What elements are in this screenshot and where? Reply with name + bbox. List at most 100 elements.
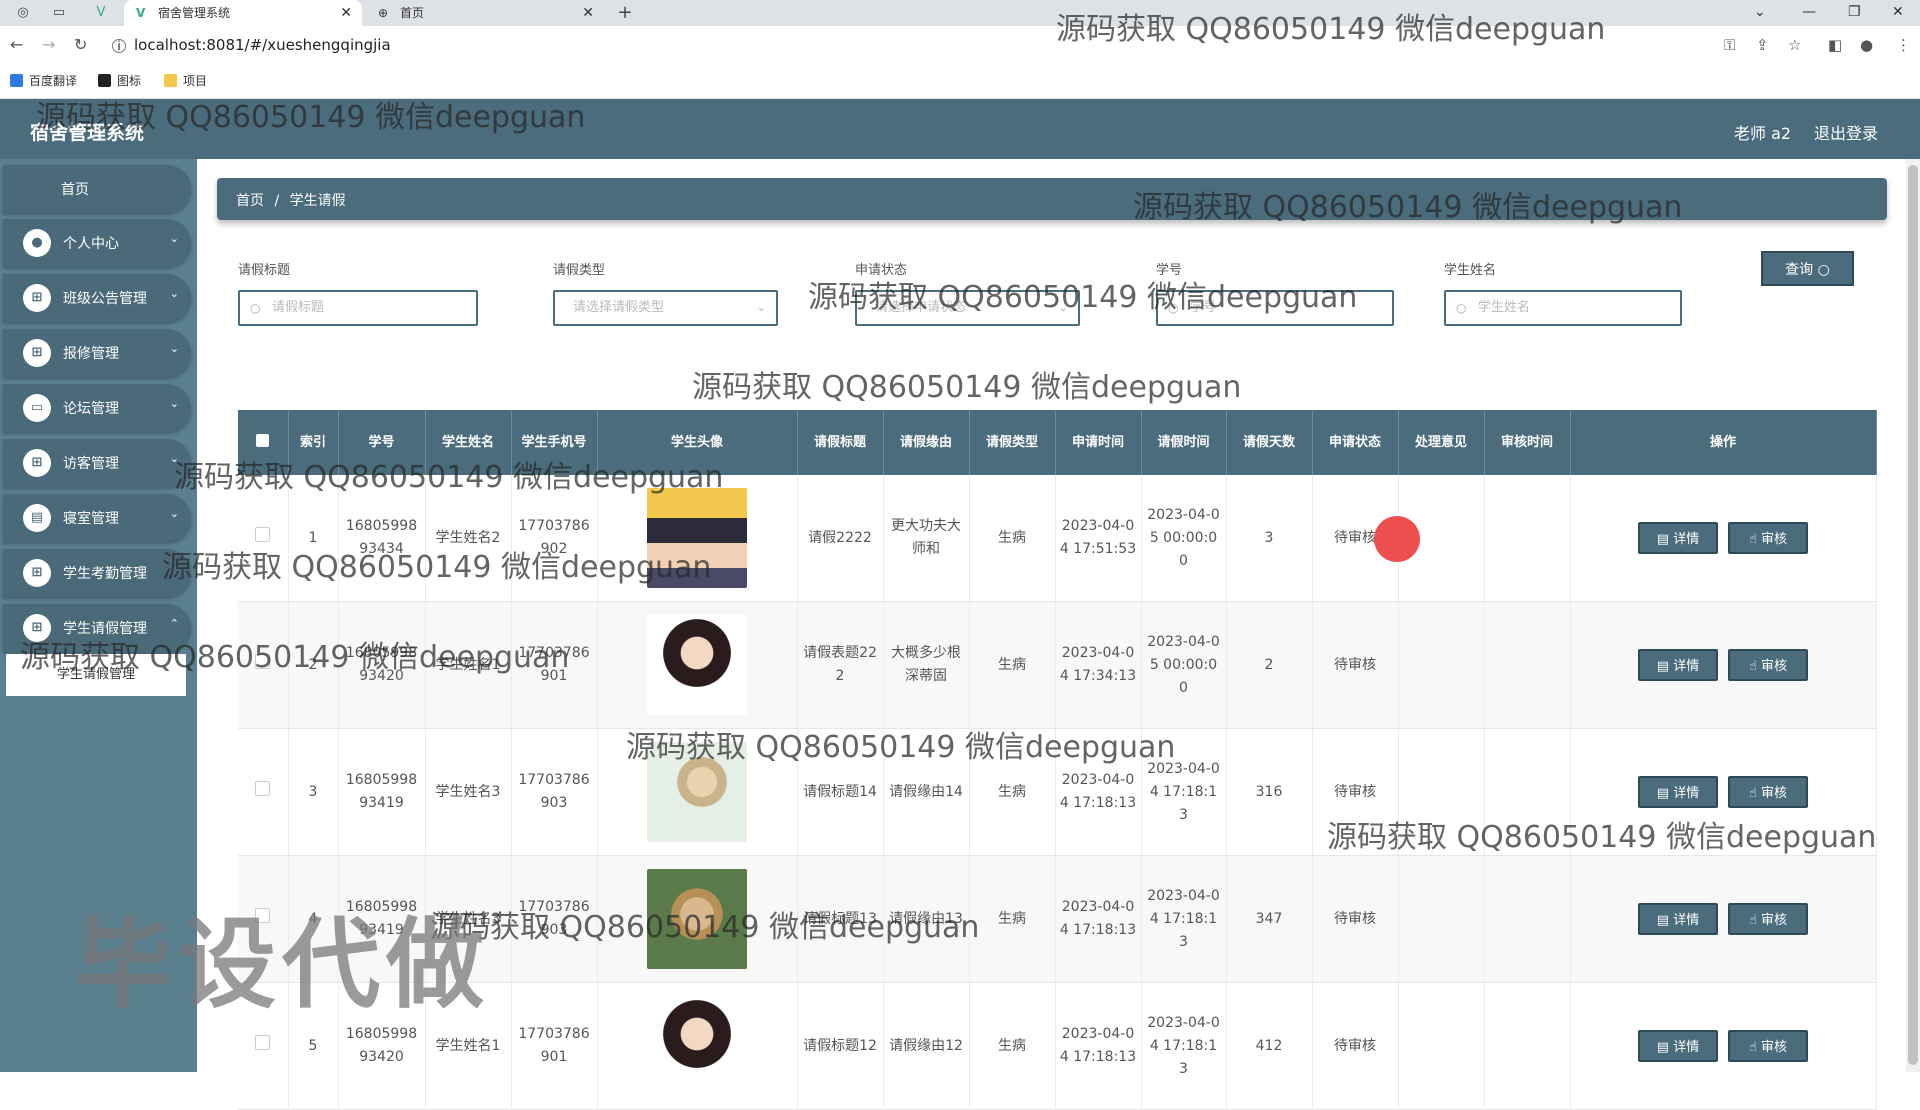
filter-name-input[interactable]: ○ 学生姓名	[1444, 290, 1682, 326]
chevron-down-icon: ⌄	[169, 507, 179, 520]
filter-id-input[interactable]: ○ 学号	[1156, 290, 1394, 326]
col-header: 审核时间	[1484, 410, 1571, 475]
close-window-icon[interactable]: ✕	[1892, 0, 1904, 24]
sidebar-item-leave[interactable]: ⊞ 学生请假管理 ⌃	[3, 604, 191, 652]
star-icon[interactable]: ☆	[1788, 36, 1801, 54]
query-button[interactable]: 查询 ○	[1761, 251, 1854, 286]
cell-avatar	[597, 728, 798, 856]
document-icon: ▤	[1656, 1040, 1670, 1055]
submenu-leave-management[interactable]: 学生请假管理	[6, 654, 186, 696]
detail-button[interactable]: ▤ 详情	[1638, 903, 1718, 935]
grid-icon: ⊞	[23, 559, 51, 587]
minimize-icon[interactable]: —	[1802, 0, 1816, 24]
row-select-cell[interactable]	[238, 601, 289, 729]
table-row: 4 1680599893419 学生姓名3 17703786903 请假标题13 请假缘由…	[238, 855, 1877, 983]
audit-button[interactable]: ☝ 审核	[1728, 903, 1808, 935]
row-select-cell[interactable]	[238, 855, 289, 983]
url-field[interactable]: i localhost:8081/#/xueshengqingjia	[112, 36, 391, 54]
vue-icon[interactable]: V	[92, 4, 110, 22]
back-icon[interactable]: ←	[10, 35, 23, 54]
close-tab-icon[interactable]: ✕	[582, 0, 594, 26]
chrome-icon[interactable]: ◎	[14, 4, 32, 22]
breadcrumb-home[interactable]: 首页	[236, 193, 264, 209]
cell-apply-time: 2023-04-04 17:34:13	[1055, 601, 1142, 729]
chevron-down-icon: ⌄	[1058, 301, 1068, 314]
tab-search-icon[interactable]: ⌄	[1754, 0, 1766, 24]
cell-leave-reason: 更大功夫大师和	[883, 475, 970, 602]
row-select-cell[interactable]	[238, 475, 289, 602]
cell-apply-time: 2023-04-04 17:18:13	[1055, 728, 1142, 856]
sidebar-item-repair[interactable]: ⊞ 报修管理 ⌄	[3, 329, 191, 377]
share-icon[interactable]: ⇪	[1756, 36, 1769, 54]
sidebar-item-forum[interactable]: ▭ 论坛管理 ⌄	[3, 384, 191, 432]
sidebar-item-home[interactable]: 首页	[3, 165, 191, 213]
chevron-down-icon: ⌄	[169, 452, 179, 465]
cell-phone: 17703786903	[511, 728, 598, 856]
filter-status-select[interactable]: 请选择申请状态 ⌄	[855, 290, 1080, 326]
audit-button[interactable]: ☝ 审核	[1728, 522, 1808, 554]
tab-dormitory[interactable]: V 宿舍管理系统 ✕	[124, 0, 362, 26]
breadcrumb-current: 学生请假	[289, 193, 346, 209]
row-checkbox[interactable]	[255, 1034, 271, 1050]
forward-icon[interactable]: →	[42, 35, 55, 54]
audit-button[interactable]: ☝ 审核	[1728, 1030, 1808, 1062]
menu-dots-icon[interactable]: ⋮	[1896, 36, 1911, 54]
document-icon: ▤	[1656, 786, 1670, 801]
cell-status: 待审核	[1312, 728, 1399, 856]
filter-type-select[interactable]: 请选择请假类型 ⌄	[553, 290, 778, 326]
filter-status-label: 申请状态	[855, 263, 908, 278]
filter-title-input[interactable]: ○ 请假标题	[238, 290, 478, 326]
audit-button[interactable]: ☝ 审核	[1728, 776, 1808, 808]
detail-button[interactable]: ▤ 详情	[1638, 1030, 1718, 1062]
row-select-cell[interactable]	[238, 728, 289, 856]
profile-icon[interactable]: ●	[1860, 36, 1873, 54]
key-icon[interactable]: ⚿	[1724, 36, 1735, 54]
bookmark-icons[interactable]: 图标	[98, 72, 141, 90]
bookmark-project[interactable]: 项目	[164, 72, 207, 90]
sidebar-item-visitor[interactable]: ⊞ 访客管理 ⌄	[3, 439, 191, 487]
reload-icon[interactable]: ↻	[74, 35, 87, 54]
scrollbar-thumb[interactable]	[1908, 165, 1918, 1065]
bookmark-translate[interactable]: 百度翻译	[10, 72, 77, 90]
close-tab-icon[interactable]: ✕	[340, 0, 352, 26]
cell-opinion	[1398, 855, 1485, 983]
cell-leave-reason: 请假缘由14	[883, 728, 970, 856]
sidebar-item-attendance[interactable]: ⊞ 学生考勤管理	[3, 549, 191, 597]
cell-leave-time: 2023-04-04 17:18:13	[1141, 982, 1227, 1110]
cell-student-name: 学生姓名3	[425, 728, 512, 856]
audit-button[interactable]: ☝ 审核	[1728, 649, 1808, 681]
detail-button[interactable]: ▤ 详情	[1638, 522, 1718, 554]
document-icon: ▤	[1656, 532, 1670, 547]
restore-icon[interactable]: ❐	[1848, 0, 1861, 24]
thumb-icon: ☝	[1748, 1040, 1757, 1055]
sidebar-item-personal[interactable]: ● 个人中心 ⌄	[3, 219, 191, 267]
col-header: 申请状态	[1312, 410, 1399, 475]
cell-student-id: 1680599893420	[338, 982, 426, 1110]
sidepanel-icon[interactable]: ◧	[1828, 36, 1842, 54]
cell-leave-title: 请假标题13	[797, 855, 884, 983]
select-all-header[interactable]	[238, 410, 289, 475]
pinned-tab-icon[interactable]: ▭	[50, 4, 68, 22]
detail-button[interactable]: ▤ 详情	[1638, 649, 1718, 681]
cell-avatar	[597, 855, 798, 983]
sidebar-item-room[interactable]: ▤ 寝室管理 ⌄	[3, 494, 191, 542]
row-checkbox[interactable]	[255, 653, 271, 669]
detail-button[interactable]: ▤ 详情	[1638, 776, 1718, 808]
thumb-icon: ☝	[1748, 659, 1757, 674]
tab-home[interactable]: ⊕ 首页 ✕	[366, 0, 604, 26]
col-header: 学生手机号	[511, 410, 598, 475]
row-checkbox[interactable]	[255, 907, 271, 923]
folder-icon	[164, 74, 177, 87]
table-row: 5 1680599893420 学生姓名1 17703786901 请假标题12 请假缘由…	[238, 982, 1877, 1110]
select-all-checkbox[interactable]	[256, 433, 270, 447]
logout-link[interactable]: 退出登录	[1814, 120, 1878, 144]
row-select-cell[interactable]	[238, 982, 289, 1110]
row-checkbox[interactable]	[255, 526, 271, 542]
grid-icon: ⊞	[23, 449, 51, 477]
cell-status: 待审核	[1312, 982, 1399, 1110]
watermark: 源码获取 QQ86050149 微信deepguan	[692, 370, 1242, 405]
row-checkbox[interactable]	[255, 780, 271, 796]
new-tab-button[interactable]: +	[616, 4, 634, 22]
cell-audit-time	[1484, 601, 1571, 729]
sidebar-item-notice[interactable]: ⊞ 班级公告管理 ⌄	[3, 274, 191, 322]
